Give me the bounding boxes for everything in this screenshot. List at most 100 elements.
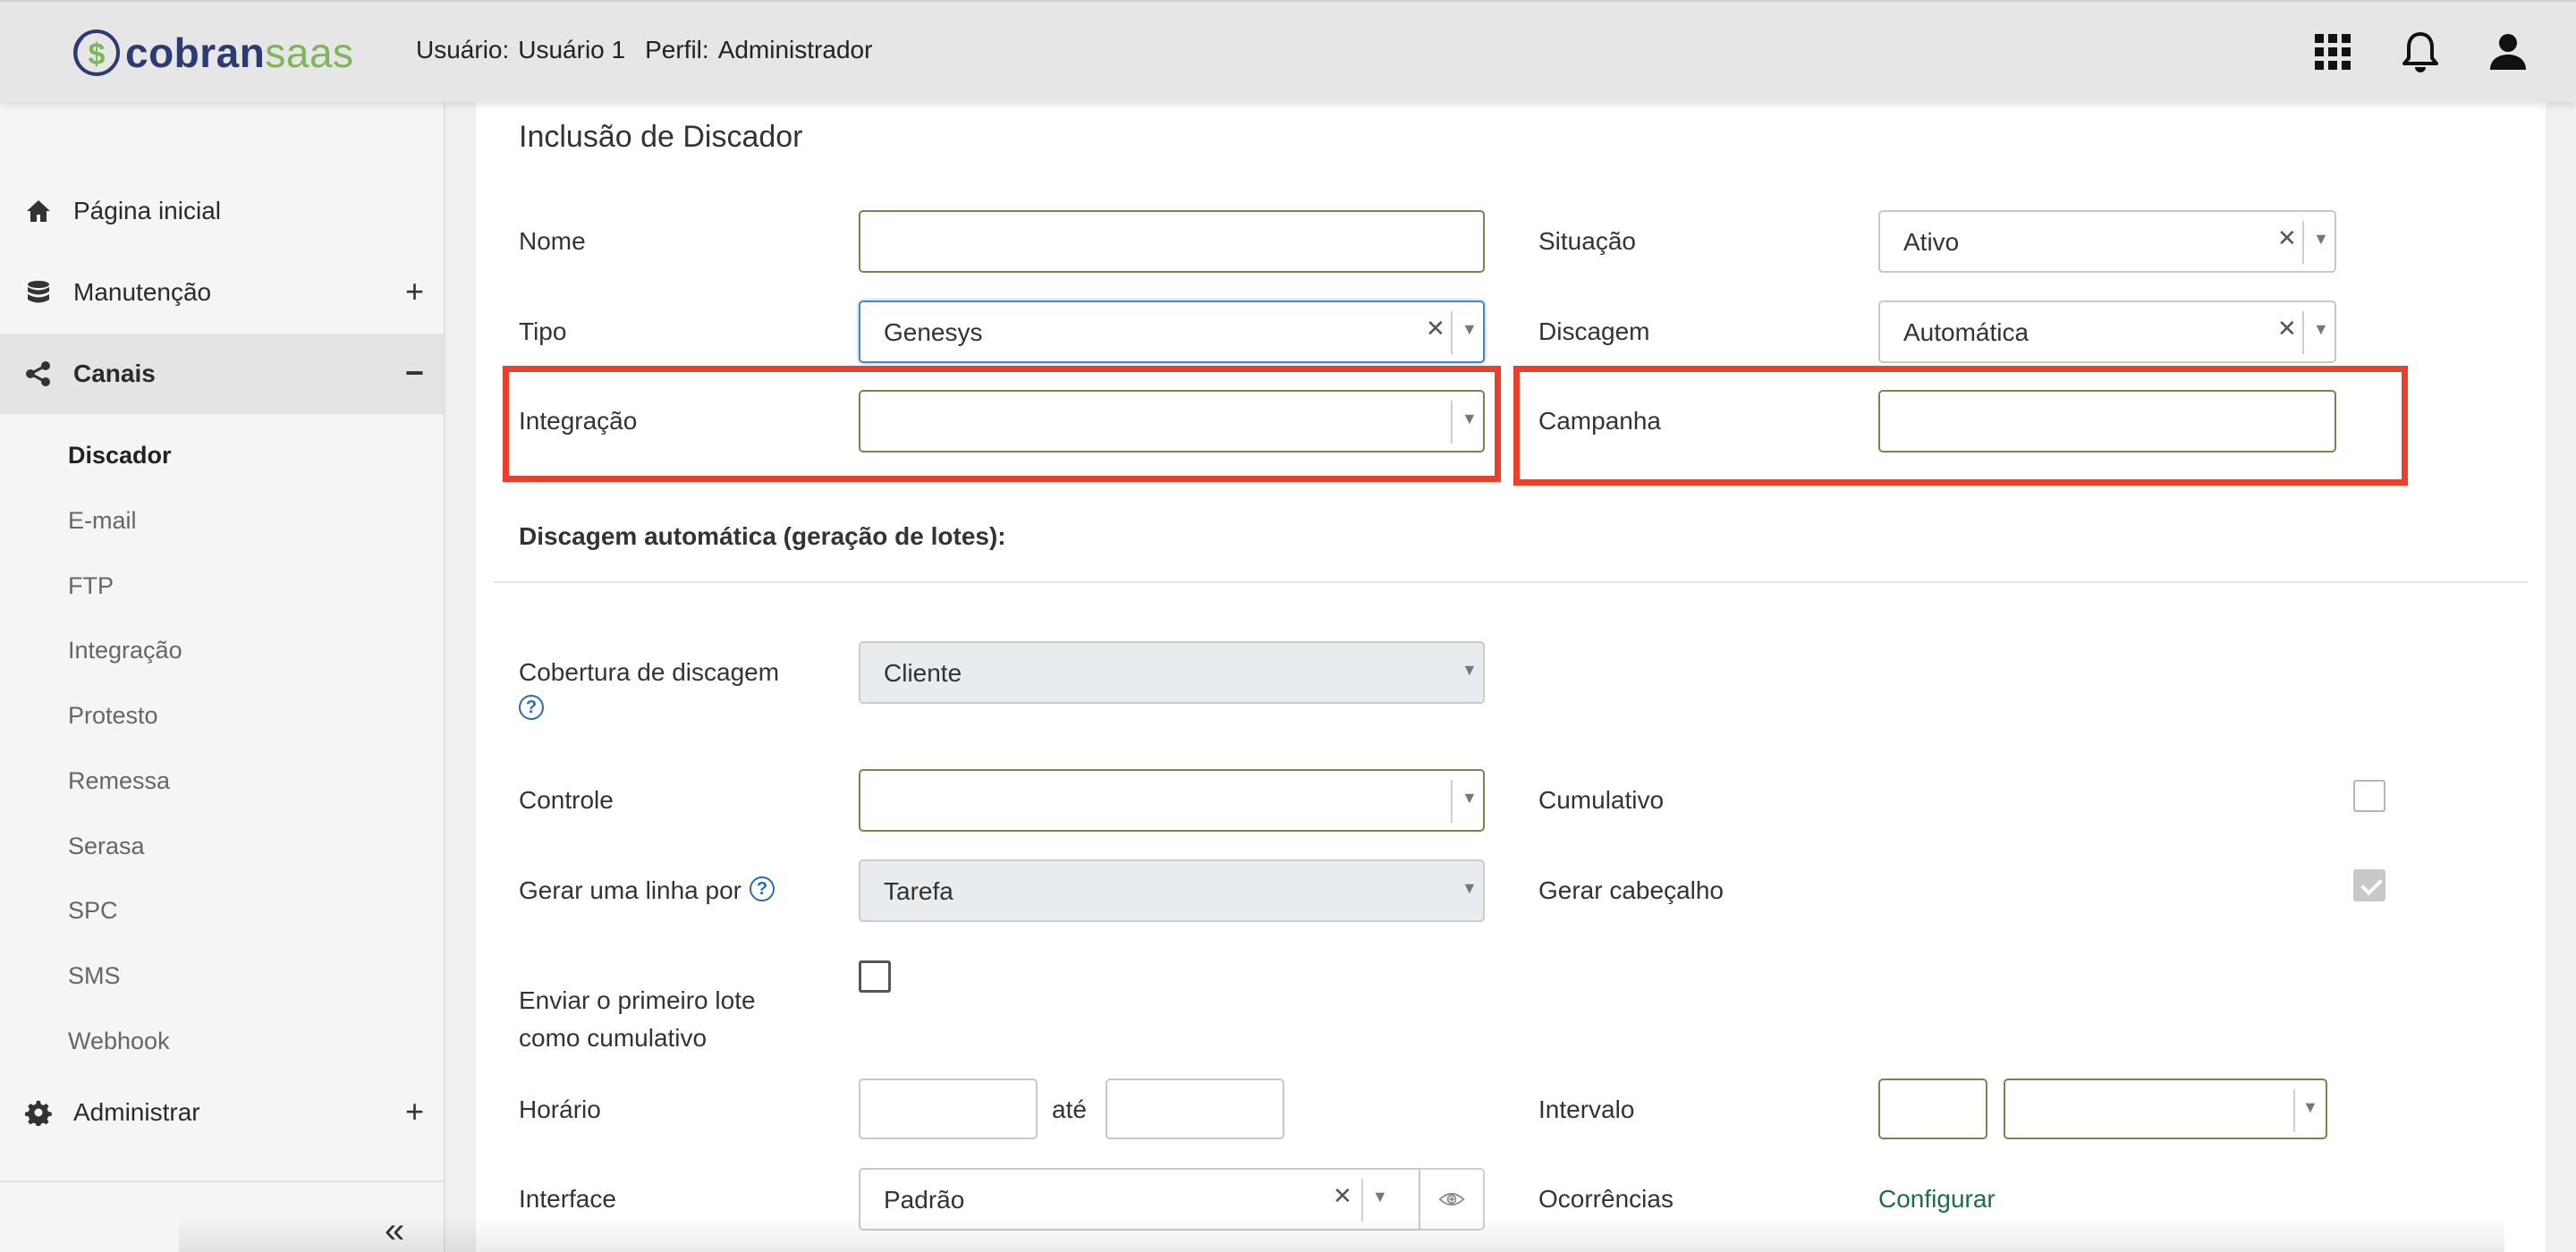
- gerar-linha-value: Tarefa: [884, 877, 953, 905]
- chevron-down-icon[interactable]: ▼: [2302, 1098, 2318, 1117]
- page-title: Inclusão de Discador: [519, 120, 803, 154]
- bell-icon[interactable]: [2395, 27, 2445, 77]
- cobertura-label: Cobertura de discagem: [519, 658, 780, 686]
- nome-label: Nome: [519, 227, 586, 255]
- enviar-primeiro-label: Enviar o primeiro lote como cumulativo: [519, 986, 756, 1052]
- tipo-select[interactable]: Genesys ✕ ▼: [859, 300, 1485, 363]
- situacao-label: Situação: [1538, 227, 1636, 255]
- integracao-label: Integração: [519, 407, 638, 435]
- svg-text:$: $: [89, 38, 106, 72]
- select-separator: [2302, 311, 2304, 354]
- tipo-label: Tipo: [519, 317, 567, 345]
- chevron-down-icon: ▼: [1462, 879, 1478, 897]
- gerar-linha-label: Gerar uma linha por: [519, 876, 742, 904]
- chevron-down-icon[interactable]: ▼: [1462, 320, 1478, 339]
- select-separator: [1451, 780, 1453, 823]
- gerar-cabecalho-label: Gerar cabeçalho: [1538, 876, 1724, 904]
- user-value: Usuário 1: [518, 36, 626, 63]
- cumulativo-checkbox[interactable]: [2353, 780, 2385, 812]
- interface-label: Interface: [519, 1185, 616, 1213]
- enviar-primeiro-checkbox[interactable]: [859, 960, 891, 993]
- intervalo-input[interactable]: [1878, 1079, 1987, 1139]
- form-panel: Inclusão de Discador Nome Situação Ativo…: [476, 102, 2546, 1252]
- horario-from-input[interactable]: [859, 1079, 1038, 1139]
- ocorrencias-label: Ocorrências: [1538, 1185, 1674, 1213]
- select-separator: [2293, 1089, 2295, 1132]
- sidebar-subitem-serasa[interactable]: Serasa: [68, 833, 145, 860]
- sidebar-item-label: Manutenção: [73, 278, 212, 306]
- user-icon[interactable]: [2483, 27, 2533, 77]
- nome-input[interactable]: [859, 210, 1485, 273]
- clear-icon[interactable]: ✕: [2277, 224, 2297, 252]
- sidebar-subitem-protesto[interactable]: Protesto: [68, 702, 158, 730]
- interface-value: Padrão: [884, 1186, 965, 1214]
- clear-icon[interactable]: ✕: [2277, 315, 2297, 343]
- intervalo-unit-select[interactable]: ▼: [2004, 1079, 2327, 1139]
- gerar-linha-select: Tarefa ▼: [859, 859, 1485, 922]
- integracao-select[interactable]: ▼: [859, 390, 1485, 453]
- sidebar-subitem-integracao[interactable]: Integração: [68, 637, 182, 664]
- section-divider: [494, 581, 2528, 583]
- discagem-select[interactable]: Automática ✕ ▼: [1878, 300, 2336, 363]
- sidebar-subitem-ftp[interactable]: FTP: [68, 572, 114, 600]
- sidebar-item-label: Página inicial: [73, 197, 221, 224]
- ate-label: até: [1052, 1096, 1087, 1123]
- sidebar-subitem-sms[interactable]: SMS: [68, 962, 121, 990]
- sidebar-subitem-webhook[interactable]: Webhook: [68, 1028, 170, 1055]
- user-label: Usuário:: [416, 36, 510, 63]
- profile-value: Administrador: [717, 36, 873, 63]
- expand-icon[interactable]: +: [405, 1094, 424, 1129]
- sidebar: Página inicial Manutenção + Canais − Dis…: [0, 102, 445, 1252]
- clear-icon[interactable]: ✕: [1333, 1182, 1352, 1210]
- sidebar-subitem-remessa[interactable]: Remessa: [68, 767, 170, 795]
- clear-icon[interactable]: ✕: [1426, 315, 1445, 343]
- logo-text: cobransaas: [125, 30, 354, 76]
- situacao-value: Ativo: [1903, 228, 1960, 256]
- select-separator: [1451, 311, 1453, 354]
- home-icon: [25, 198, 52, 224]
- chevron-down-icon[interactable]: ▼: [1462, 410, 1478, 428]
- bottom-shadow: [179, 1216, 2504, 1252]
- top-bar: $ cobransaas Usuário: Usuário 1 Perfil: …: [0, 0, 2576, 102]
- situacao-select[interactable]: Ativo ✕ ▼: [1878, 210, 2336, 273]
- apps-grid-icon[interactable]: [2308, 27, 2358, 77]
- help-icon[interactable]: ?: [519, 695, 544, 720]
- chevron-down-icon[interactable]: ▼: [2313, 230, 2329, 249]
- horario-label: Horário: [519, 1096, 601, 1123]
- logo[interactable]: $ cobransaas: [70, 23, 354, 82]
- user-info: Usuário: Usuário 1 Perfil: Administrador: [416, 36, 872, 64]
- profile-label: Perfil:: [645, 36, 709, 63]
- sidebar-item-manutencao[interactable]: Manutenção +: [0, 252, 444, 333]
- horario-to-input[interactable]: [1106, 1079, 1284, 1139]
- sidebar-subitem-email[interactable]: E-mail: [68, 507, 137, 535]
- section-title: Discagem automática (geração de lotes):: [519, 522, 1006, 550]
- chevron-down-icon[interactable]: ▼: [2313, 320, 2329, 339]
- gerar-cabecalho-checkbox: [2353, 869, 2385, 901]
- help-icon[interactable]: ?: [750, 876, 775, 901]
- select-separator: [2302, 221, 2304, 264]
- intervalo-label: Intervalo: [1538, 1096, 1635, 1123]
- campanha-label: Campanha: [1538, 407, 1661, 435]
- logo-mark-icon: $: [73, 30, 120, 76]
- sidebar-divider: [0, 1180, 444, 1182]
- campanha-input[interactable]: [1878, 390, 2336, 453]
- discagem-value: Automática: [1903, 318, 2029, 346]
- chevron-down-icon[interactable]: ▼: [1462, 789, 1478, 808]
- sidebar-item-canais[interactable]: Canais −: [0, 334, 444, 414]
- collapse-icon[interactable]: −: [405, 355, 424, 391]
- configurar-link[interactable]: Configurar: [1878, 1185, 1996, 1214]
- cobertura-value: Cliente: [884, 659, 962, 687]
- sidebar-item-pagina-inicial[interactable]: Página inicial: [0, 171, 444, 251]
- sidebar-item-administrar[interactable]: Administrar +: [0, 1072, 444, 1153]
- header-actions: [2308, 27, 2533, 77]
- sidebar-item-label: Canais: [73, 360, 156, 387]
- tipo-value: Genesys: [884, 318, 983, 346]
- chevron-down-icon[interactable]: ▼: [1372, 1188, 1388, 1206]
- cumulativo-label: Cumulativo: [1538, 786, 1665, 814]
- sidebar-subitem-discador[interactable]: Discador: [68, 442, 172, 470]
- expand-icon[interactable]: +: [405, 274, 424, 309]
- cobertura-select: Cliente ▼: [859, 641, 1485, 704]
- sidebar-subitem-spc[interactable]: SPC: [68, 897, 118, 925]
- controle-select[interactable]: ▼: [859, 769, 1485, 832]
- gear-icon: [25, 1099, 52, 1126]
